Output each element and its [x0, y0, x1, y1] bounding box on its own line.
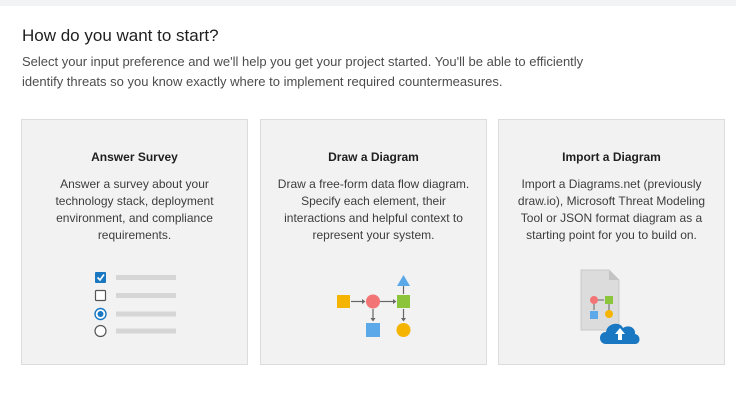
page-subtitle: Select your input preference and we'll h…: [22, 54, 584, 89]
answer-survey-card[interactable]: Answer Survey Answer a survey about your…: [21, 119, 248, 365]
radio-unselected-icon: [94, 324, 107, 338]
import-diagram-card[interactable]: Import a Diagram Import a Diagrams.net (…: [498, 119, 725, 365]
survey-illustration-icon: [94, 272, 176, 338]
start-panel: How do you want to start? Select your in…: [0, 6, 736, 408]
checkbox-unchecked-icon: [94, 289, 107, 302]
import-diagram-illustration-icon: [580, 269, 640, 344]
checkbox-checked-icon: [95, 272, 106, 283]
diagram-illustration-icon: [337, 275, 411, 337]
draw-diagram-card[interactable]: Draw a Diagram Draw a free-form data flo…: [260, 119, 487, 365]
page-title: How do you want to start?: [22, 26, 219, 45]
